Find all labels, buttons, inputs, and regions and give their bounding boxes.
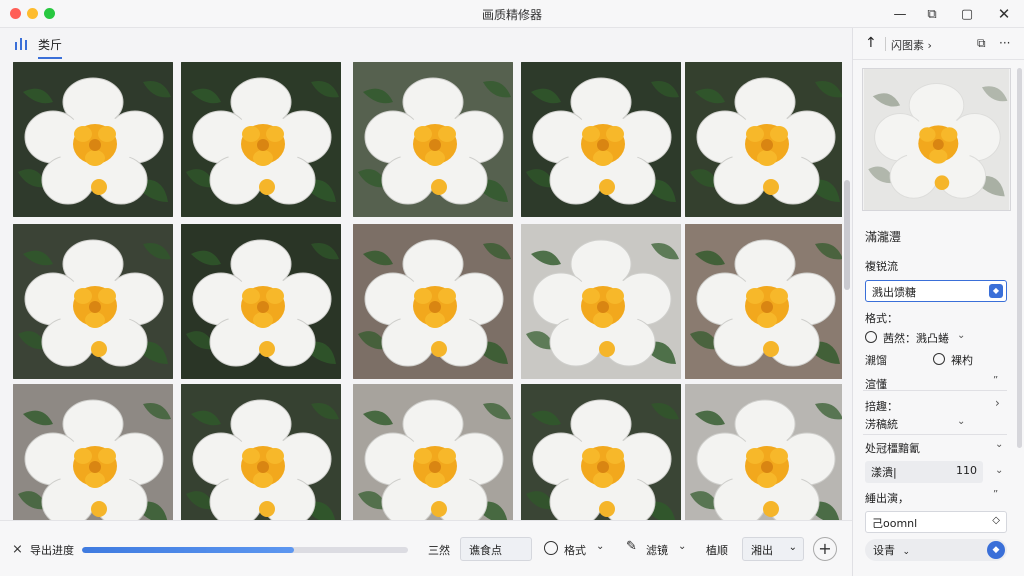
export-progress-bar (82, 547, 408, 553)
export-icon: ⨯ (12, 542, 23, 557)
output-path-value: 己oomnl (872, 517, 918, 530)
thumbnail-item[interactable] (520, 62, 682, 217)
thumbnail-item[interactable] (520, 384, 682, 520)
thumbnail-item[interactable] (520, 224, 682, 379)
chevron-down-icon[interactable]: ⌄ (957, 416, 965, 427)
settings-value: 设青 (873, 544, 895, 557)
chevron-down-icon: ⌄ (902, 547, 911, 557)
thumbnail-grid (8, 60, 842, 520)
up-arrow-icon[interactable]: ↑ (865, 35, 877, 51)
chevron-down-icon[interactable]: ⌄ (678, 541, 686, 552)
bar-chart-icon[interactable] (14, 36, 30, 50)
chevron-down-icon[interactable]: ⌄ (596, 541, 604, 552)
export-progress-fill (82, 547, 294, 553)
title-bar: 画质精修器 — ⧉ ▢ ✕ (0, 0, 1024, 28)
speed-hint: ” (993, 375, 999, 386)
thumbnail-item[interactable] (352, 62, 514, 217)
thumbnail-item[interactable] (352, 224, 514, 379)
output-path-input[interactable]: 己oomnl ◇ (865, 511, 1007, 533)
pin-icon[interactable]: ⧉ (922, 4, 942, 24)
select-toggle-icon[interactable]: ◆ (989, 284, 1003, 298)
thumbnail-item[interactable] (180, 62, 342, 217)
format-radio[interactable] (544, 541, 558, 555)
image-preview (862, 68, 1011, 211)
quality-number-label: 漾潰| (871, 466, 897, 479)
bottom-toolbar: ⨯ 导出进度 三然 谯食点 格式 ⌄ ✎ 滤镜 ⌄ 植顺 湘出 ⌄ + (0, 520, 852, 576)
thumbnail-item[interactable] (684, 224, 842, 379)
thumbnail-item[interactable] (12, 62, 174, 217)
output-label: 綞出演， (865, 492, 909, 505)
size-label: 瀙馏 (865, 354, 887, 367)
window-title: 画质精修器 (481, 8, 542, 22)
brush-icon[interactable]: ✎ (626, 539, 637, 554)
grid-scrollbar-thumb[interactable] (844, 180, 850, 290)
export-progress-label: 导出进度 (30, 544, 74, 557)
quality-select-value: 湘出 (751, 544, 773, 557)
apply-button[interactable]: ◆ (987, 541, 1005, 559)
size-radio[interactable] (933, 353, 945, 365)
field1-label: 三然 (428, 544, 450, 557)
field-label: 複锐流 (865, 260, 898, 273)
thumbnail-item[interactable] (180, 224, 342, 379)
maximize-icon[interactable]: ▢ (957, 4, 977, 24)
format-radio-label[interactable]: 茜然：溅凸蜷 (883, 330, 949, 346)
advanced-label[interactable]: 处冠橿黯氰 (865, 440, 920, 456)
chevron-down-icon[interactable]: ⌄ (995, 465, 1003, 476)
extra-label: 掊趣： (865, 400, 898, 413)
thumbnail-item[interactable] (352, 384, 514, 520)
section-title: 滿瀧灃 (865, 230, 902, 244)
quality-label: 植顺 (706, 544, 728, 557)
mode-select-value: 溅出馈糖 (872, 286, 916, 299)
divider (863, 434, 1007, 435)
format-label[interactable]: 格式 (564, 542, 586, 558)
grid-scrollbar[interactable] (842, 60, 852, 520)
divider (885, 37, 886, 51)
inspector-panel: ↑ 闪图素 › ⧉ ··· 滿瀧灃 複锐流 溅出馈糖 ◆ 格式： 茜然：溅凸蜷 … (852, 28, 1024, 576)
tab-active[interactable]: 类斤 (38, 36, 63, 59)
settings-bar[interactable]: 设青 ⌄ ◆ (865, 539, 1007, 561)
format-label: 格式： (865, 312, 898, 325)
thumbnail-item[interactable] (12, 384, 174, 520)
format-radio[interactable] (865, 331, 877, 343)
chevron-down-icon[interactable]: ⌄ (957, 330, 965, 341)
quality-select[interactable]: 湘出 ⌄ (742, 537, 804, 561)
quality-number-field[interactable]: 漾潰| 110 (865, 461, 983, 483)
field1-input[interactable]: 谯食点 (460, 537, 532, 561)
chevron-down-icon[interactable]: ⌄ (995, 439, 1003, 450)
add-button[interactable]: + (813, 537, 837, 561)
chevron-right-icon[interactable]: › (995, 396, 1000, 410)
preset-label: 淓稿統 (865, 418, 898, 431)
more-icon[interactable]: ··· (999, 36, 1010, 50)
view-tab-bar: 类斤 (0, 28, 852, 60)
thumbnail-item[interactable] (684, 384, 842, 520)
mode-select[interactable]: 溅出馈糖 ◆ (865, 280, 1007, 302)
copy-icon[interactable]: ⧉ (977, 36, 986, 51)
inspector-header: ↑ 闪图素 › ⧉ ··· (853, 28, 1024, 60)
divider (863, 390, 1007, 391)
chevron-down-icon: ⌄ (788, 542, 797, 553)
thumbnail-item[interactable] (12, 224, 174, 379)
breadcrumb[interactable]: 闪图素 › (891, 37, 932, 53)
minimize-icon[interactable]: — (890, 4, 910, 24)
thumbnail-item[interactable] (180, 384, 342, 520)
quality-number-value: 110 (956, 464, 977, 477)
thumbnail-item[interactable] (684, 62, 842, 217)
output-hint: ” (993, 489, 999, 500)
panel-scrollbar[interactable] (1017, 68, 1022, 448)
close-icon[interactable]: ✕ (994, 4, 1014, 24)
diamond-icon[interactable]: ◇ (992, 515, 1000, 526)
size-radio-label[interactable]: 裸杓 (951, 352, 973, 368)
filter-label[interactable]: 滤镜 (646, 542, 668, 558)
